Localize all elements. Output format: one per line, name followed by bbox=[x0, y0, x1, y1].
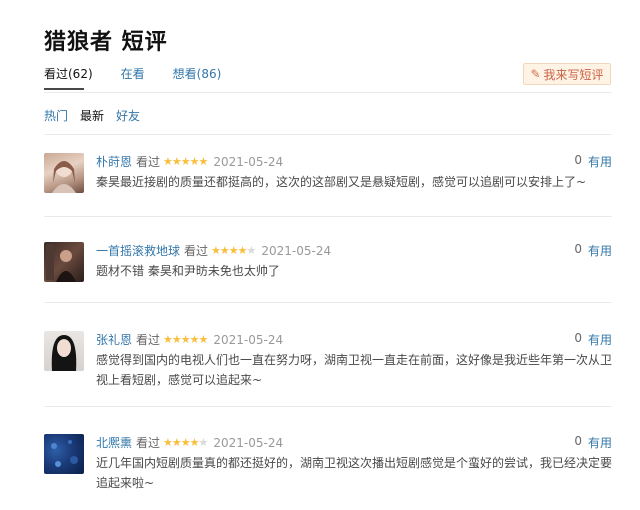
divider bbox=[44, 216, 612, 217]
tab-watched[interactable]: 看过(62) bbox=[44, 65, 93, 82]
comment-date: 2021-05-24 bbox=[213, 332, 284, 347]
rating-stars: ★★★★★ bbox=[163, 436, 208, 449]
rating-stars: ★★★★★ bbox=[211, 244, 256, 257]
tab-watching[interactable]: 在看 bbox=[121, 65, 145, 82]
watched-status: 看过 bbox=[136, 333, 161, 347]
useful-button[interactable]: 有用 bbox=[588, 242, 612, 259]
avatar[interactable] bbox=[44, 434, 84, 474]
filter-friends[interactable]: 好友 bbox=[116, 107, 140, 124]
comment-item: 朴莳恩 看过 ★★★★★ 2021-05-24 0 有用 秦昊最近接剧的质量还都… bbox=[44, 153, 612, 233]
comment-username[interactable]: 张礼恩 bbox=[96, 331, 132, 348]
vote-count: 0 bbox=[574, 331, 582, 345]
avatar[interactable] bbox=[44, 331, 84, 371]
vote-area: 0 有用 bbox=[574, 331, 612, 348]
comment-meta: 张礼恩 看过 ★★★★★ 2021-05-24 bbox=[96, 331, 283, 348]
comment-date: 2021-05-24 bbox=[213, 154, 284, 169]
vote-area: 0 有用 bbox=[574, 242, 612, 259]
watched-status: 看过 bbox=[184, 244, 209, 258]
comment-text: 秦昊最近接剧的质量还都挺高的，这次的这部剧又是悬疑短剧，感觉可以追剧可以安排上了… bbox=[96, 175, 587, 189]
comment-item: 北熈熏 看过 ★★★★★ 2021-05-24 0 有用 近几年国内短剧质量真的… bbox=[44, 434, 612, 504]
comment-date: 2021-05-24 bbox=[261, 243, 332, 258]
comment-date: 2021-05-24 bbox=[213, 435, 284, 450]
tab-want-to-watch[interactable]: 想看(86) bbox=[173, 65, 222, 82]
useful-button[interactable]: 有用 bbox=[588, 434, 612, 451]
divider bbox=[44, 92, 612, 93]
vote-count: 0 bbox=[574, 153, 582, 167]
sort-filters: 热门 最新 好友 bbox=[44, 107, 152, 124]
comment-meta: 一首摇滚救地球 看过 ★★★★★ 2021-05-24 bbox=[96, 242, 331, 259]
watched-status: 看过 bbox=[136, 436, 161, 450]
divider bbox=[44, 406, 612, 407]
write-review-button[interactable]: ✎ 我来写短评 bbox=[523, 63, 611, 85]
comment-username[interactable]: 朴莳恩 bbox=[96, 153, 132, 170]
comment-meta: 北熈熏 看过 ★★★★★ 2021-05-24 bbox=[96, 434, 283, 451]
vote-count: 0 bbox=[574, 434, 582, 448]
divider bbox=[44, 302, 612, 303]
tab-bar: 看过(62) 在看 想看(86) bbox=[44, 65, 249, 82]
filter-latest[interactable]: 最新 bbox=[80, 107, 104, 124]
comment-item: 张礼恩 看过 ★★★★★ 2021-05-24 0 有用 感觉得到国内的电视人们… bbox=[44, 331, 612, 401]
comment-text: 题材不错 秦昊和尹昉未免也太帅了 bbox=[96, 264, 280, 278]
watched-status: 看过 bbox=[136, 155, 161, 169]
active-tab-indicator bbox=[44, 88, 84, 90]
comment-username[interactable]: 北熈熏 bbox=[96, 434, 132, 451]
comment-item: 一首摇滚救地球 看过 ★★★★★ 2021-05-24 0 有用 题材不错 秦昊… bbox=[44, 242, 612, 302]
useful-button[interactable]: 有用 bbox=[588, 153, 612, 170]
filter-hot[interactable]: 热门 bbox=[44, 107, 68, 124]
useful-button[interactable]: 有用 bbox=[588, 331, 612, 348]
pencil-icon: ✎ bbox=[530, 67, 541, 81]
comment-text: 感觉得到国内的电视人们也一直在努力呀，湖南卫视一直走在前面，这好像是我近些年第一… bbox=[96, 353, 613, 387]
avatar[interactable] bbox=[44, 153, 84, 193]
page-title: 猎狼者 短评 bbox=[44, 30, 168, 55]
write-review-label: 我来写短评 bbox=[543, 67, 604, 82]
rating-stars: ★★★★★ bbox=[163, 155, 208, 168]
vote-count: 0 bbox=[574, 242, 582, 256]
avatar[interactable] bbox=[44, 242, 84, 282]
divider bbox=[44, 134, 612, 135]
comment-meta: 朴莳恩 看过 ★★★★★ 2021-05-24 bbox=[96, 153, 283, 170]
vote-area: 0 有用 bbox=[574, 153, 612, 170]
vote-area: 0 有用 bbox=[574, 434, 612, 451]
rating-stars: ★★★★★ bbox=[163, 333, 208, 346]
comment-text: 近几年国内短剧质量真的都还挺好的，湖南卫视这次播出短剧感觉是个蛮好的尝试，我已经… bbox=[96, 456, 613, 490]
comment-username[interactable]: 一首摇滚救地球 bbox=[96, 242, 180, 259]
